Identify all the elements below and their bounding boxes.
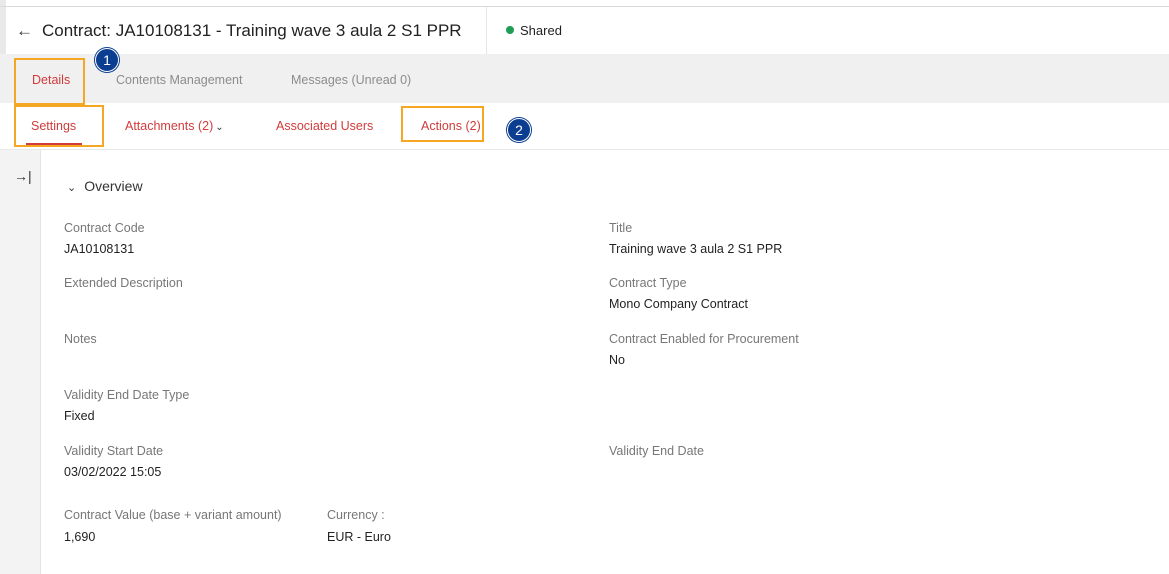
- contract-code-label: Contract Code: [64, 221, 145, 235]
- contract-value-value: 1,690: [64, 530, 96, 544]
- overview-title: Overview: [84, 178, 143, 194]
- status-dot-icon: [506, 26, 514, 34]
- overview-section-toggle[interactable]: ⌄ Overview: [67, 178, 143, 194]
- subnav-associated-users[interactable]: Associated Users: [276, 119, 373, 133]
- contract-type-value: Mono Company Contract: [609, 297, 748, 311]
- validity-end-date-label: Validity End Date: [609, 444, 704, 458]
- title-label: Title: [609, 221, 633, 235]
- back-arrow-icon[interactable]: ←: [16, 21, 33, 41]
- tab-messages[interactable]: Messages (Unread 0): [291, 73, 411, 87]
- left-rail: →|: [0, 150, 41, 574]
- contract-value-label: Contract Value (base + variant amount): [64, 508, 282, 522]
- expand-panel-icon[interactable]: →|: [14, 168, 32, 184]
- highlight-actions: [401, 106, 484, 142]
- page-header: ← Contract: JA10108131 - Training wave 3…: [0, 7, 1169, 54]
- status-label: Shared: [520, 23, 562, 38]
- validity-end-date-type-value: Fixed: [64, 409, 95, 423]
- subnav-attachments[interactable]: Attachments (2) ⌄: [125, 119, 224, 133]
- highlight-settings: [14, 105, 104, 147]
- main-tabs: Details Contents Management Messages (Un…: [0, 54, 1169, 103]
- highlight-details-tab: [14, 58, 85, 105]
- chevron-down-icon: ⌄: [67, 182, 77, 194]
- validity-start-date-label: Validity Start Date: [64, 444, 164, 458]
- notes-label: Notes: [64, 332, 97, 346]
- chevron-down-icon: ⌄: [215, 122, 224, 133]
- procurement-value: No: [609, 353, 625, 367]
- tab-contents-management[interactable]: Contents Management: [116, 73, 242, 87]
- contract-type-label: Contract Type: [609, 276, 687, 290]
- currency-value: EUR - Euro: [327, 530, 391, 544]
- status-badge: Shared: [506, 23, 562, 38]
- page-title: Contract: JA10108131 - Training wave 3 a…: [42, 21, 462, 40]
- header-separator: [486, 7, 487, 54]
- contract-code-value: JA10108131: [64, 242, 135, 256]
- sub-navigation: Settings Attachments (2) ⌄ Associated Use…: [0, 103, 1169, 150]
- procurement-label: Contract Enabled for Procurement: [609, 332, 799, 346]
- title-value: Training wave 3 aula 2 S1 PPR: [609, 242, 783, 256]
- validity-end-date-type-label: Validity End Date Type: [64, 388, 190, 402]
- currency-label: Currency :: [327, 508, 385, 522]
- annotation-badge-1: 1: [95, 48, 119, 72]
- validity-start-date-value: 03/02/2022 15:05: [64, 465, 162, 479]
- annotation-badge-2: 2: [507, 118, 531, 142]
- extended-description-label: Extended Description: [64, 276, 183, 290]
- attachments-label: Attachments (2): [125, 119, 214, 133]
